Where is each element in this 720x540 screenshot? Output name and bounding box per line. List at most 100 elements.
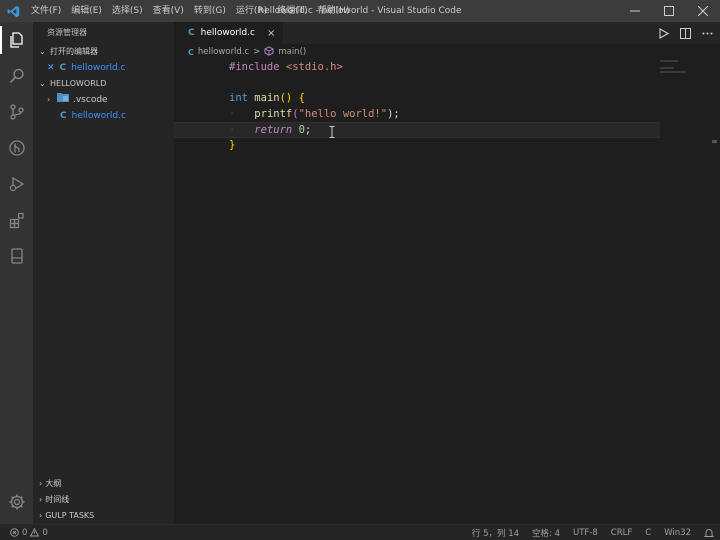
- play-icon: [658, 27, 669, 39]
- cursor-position[interactable]: 行 5，列 14: [472, 527, 519, 539]
- open-editors-label: 打开的编辑器: [50, 47, 98, 56]
- gulp-tasks-section[interactable]: › GULP TASKS: [33, 508, 174, 524]
- tree-item-vscode-folder[interactable]: › .vscode: [33, 92, 174, 108]
- semicolon: ;: [304, 124, 312, 136]
- maximize-button[interactable]: [652, 0, 686, 22]
- menu-bar: 文件(F) 编辑(E) 选择(S) 查看(V) 转到(G) 运行(R) 终端(T…: [26, 0, 354, 22]
- explorer-sidebar: 资源管理器 ⌄ 打开的编辑器 ✕ C helloworld.c ⌄ HELLOW…: [33, 22, 174, 524]
- breadcrumb-symbol[interactable]: main(): [278, 47, 306, 57]
- menu-terminal[interactable]: 终端(T): [272, 0, 313, 22]
- encoding[interactable]: UTF-8: [573, 528, 598, 538]
- string-literal: "hello world!": [298, 107, 388, 120]
- parens: (): [279, 92, 293, 104]
- language-mode[interactable]: C: [645, 528, 651, 538]
- platform[interactable]: Win32: [664, 528, 691, 538]
- activity-explorer[interactable]: [0, 22, 33, 58]
- warning-icon: [30, 528, 40, 537]
- menu-view[interactable]: 查看(V): [148, 0, 189, 22]
- outline-label: 大纲: [45, 479, 62, 488]
- notifications-icon[interactable]: [704, 528, 714, 538]
- minimize-button[interactable]: [618, 0, 652, 22]
- activity-bar: [0, 22, 33, 524]
- close-icon[interactable]: ✕: [47, 60, 55, 76]
- chevron-right-icon: ›: [39, 511, 43, 520]
- close-paren: );: [387, 107, 400, 120]
- status-bar: 0 0 行 5，列 14 空格: 4 UTF-8 CRLF C Win32: [0, 524, 720, 540]
- tab-label: helloworld.c: [200, 28, 255, 38]
- activity-source-control[interactable]: [0, 94, 33, 130]
- open-editor-item[interactable]: ✕ C helloworld.c: [33, 60, 174, 76]
- breadcrumb-file[interactable]: helloworld.c: [198, 47, 249, 57]
- close-window-button[interactable]: [686, 0, 720, 22]
- settings-gear-icon: [9, 494, 24, 510]
- menu-file[interactable]: 文件(F): [26, 0, 66, 22]
- gulp-tasks-label: GULP TASKS: [45, 511, 95, 520]
- chevron-right-icon: ›: [39, 479, 43, 488]
- more-actions-button[interactable]: [696, 22, 718, 44]
- activity-manage[interactable]: [0, 484, 33, 520]
- problems-indicator[interactable]: 0 0: [0, 528, 48, 538]
- chevron-right-icon: ›: [39, 495, 43, 504]
- c-file-icon: C: [59, 63, 67, 73]
- minimap[interactable]: [660, 60, 706, 90]
- activity-remote-explorer[interactable]: [0, 238, 33, 274]
- menu-selection[interactable]: 选择(S): [107, 0, 148, 22]
- activity-extensions[interactable]: [0, 202, 33, 238]
- indentation[interactable]: 空格: 4: [532, 527, 560, 539]
- tree-item-label: helloworld.c: [71, 111, 126, 121]
- tab-helloworld-c[interactable]: C helloworld.c ×: [174, 22, 284, 44]
- chevron-down-icon: ⌄: [39, 47, 46, 56]
- type-keyword: int: [229, 92, 248, 104]
- code-line: · printf("hello world!");: [229, 107, 400, 120]
- folder-header[interactable]: ⌄ HELLOWORLD: [33, 76, 174, 92]
- search-icon: [9, 68, 24, 84]
- tab-bar: C helloworld.c ×: [174, 22, 720, 44]
- open-editors-header[interactable]: ⌄ 打开的编辑器: [33, 44, 174, 60]
- activity-search[interactable]: [0, 58, 33, 94]
- vertical-scrollbar[interactable]: [706, 60, 720, 524]
- folder-icon: [57, 92, 69, 108]
- sidebar-title: 资源管理器: [47, 28, 87, 37]
- editor-actions: [652, 22, 718, 44]
- title-bar: 文件(F) 编辑(E) 选择(S) 查看(V) 转到(G) 运行(R) 终端(T…: [0, 0, 720, 22]
- code-line-current: · return 0;: [174, 122, 660, 138]
- warning-count: 0: [42, 527, 48, 538]
- ellipsis-icon: [702, 32, 712, 34]
- code-line: #include <stdio.h>: [174, 60, 660, 76]
- outline-section[interactable]: › 大纲: [33, 476, 174, 492]
- folder-label: HELLOWORLD: [50, 79, 107, 88]
- editor-group: C helloworld.c × C helloworld.c > main()…: [174, 22, 720, 524]
- function-name: main: [254, 92, 280, 104]
- menu-run[interactable]: 运行(R): [231, 0, 272, 22]
- scrollbar-marker: [712, 140, 717, 143]
- end-of-line[interactable]: CRLF: [611, 528, 632, 538]
- run-code-button[interactable]: [652, 22, 674, 44]
- menu-go[interactable]: 转到(G): [189, 0, 231, 22]
- c-file-icon: C: [60, 111, 67, 121]
- vscode-logo-icon: [0, 0, 26, 22]
- tree-item-helloworld-c[interactable]: C helloworld.c: [33, 108, 174, 124]
- menu-help[interactable]: 帮助(H): [313, 0, 355, 22]
- split-editor-button[interactable]: [674, 22, 696, 44]
- breadcrumb-separator: >: [253, 47, 261, 57]
- minimize-icon: [630, 10, 640, 12]
- activity-git-graph[interactable]: [0, 130, 33, 166]
- status-right-items: 行 5，列 14 空格: 4 UTF-8 CRLF C Win32: [472, 525, 714, 540]
- timeline-label: 时间线: [45, 495, 70, 504]
- menu-edit[interactable]: 编辑(E): [66, 0, 107, 22]
- git-graph-icon: [8, 140, 25, 156]
- maximize-icon: [664, 6, 674, 16]
- activity-run-debug[interactable]: [0, 166, 33, 202]
- open-brace: {: [298, 92, 305, 104]
- close-icon[interactable]: ×: [267, 28, 275, 39]
- text-cursor-icon: [329, 126, 335, 138]
- explorer-icon: [9, 32, 23, 48]
- timeline-section[interactable]: › 时间线: [33, 492, 174, 508]
- code-editor[interactable]: #include <stdio.h> int main() { · printf…: [174, 60, 660, 153]
- code-line: }: [174, 138, 660, 154]
- c-file-icon: C: [188, 47, 194, 57]
- c-file-icon: C: [188, 28, 195, 38]
- split-editor-icon: [679, 27, 691, 39]
- tree-item-label: .vscode: [73, 95, 108, 105]
